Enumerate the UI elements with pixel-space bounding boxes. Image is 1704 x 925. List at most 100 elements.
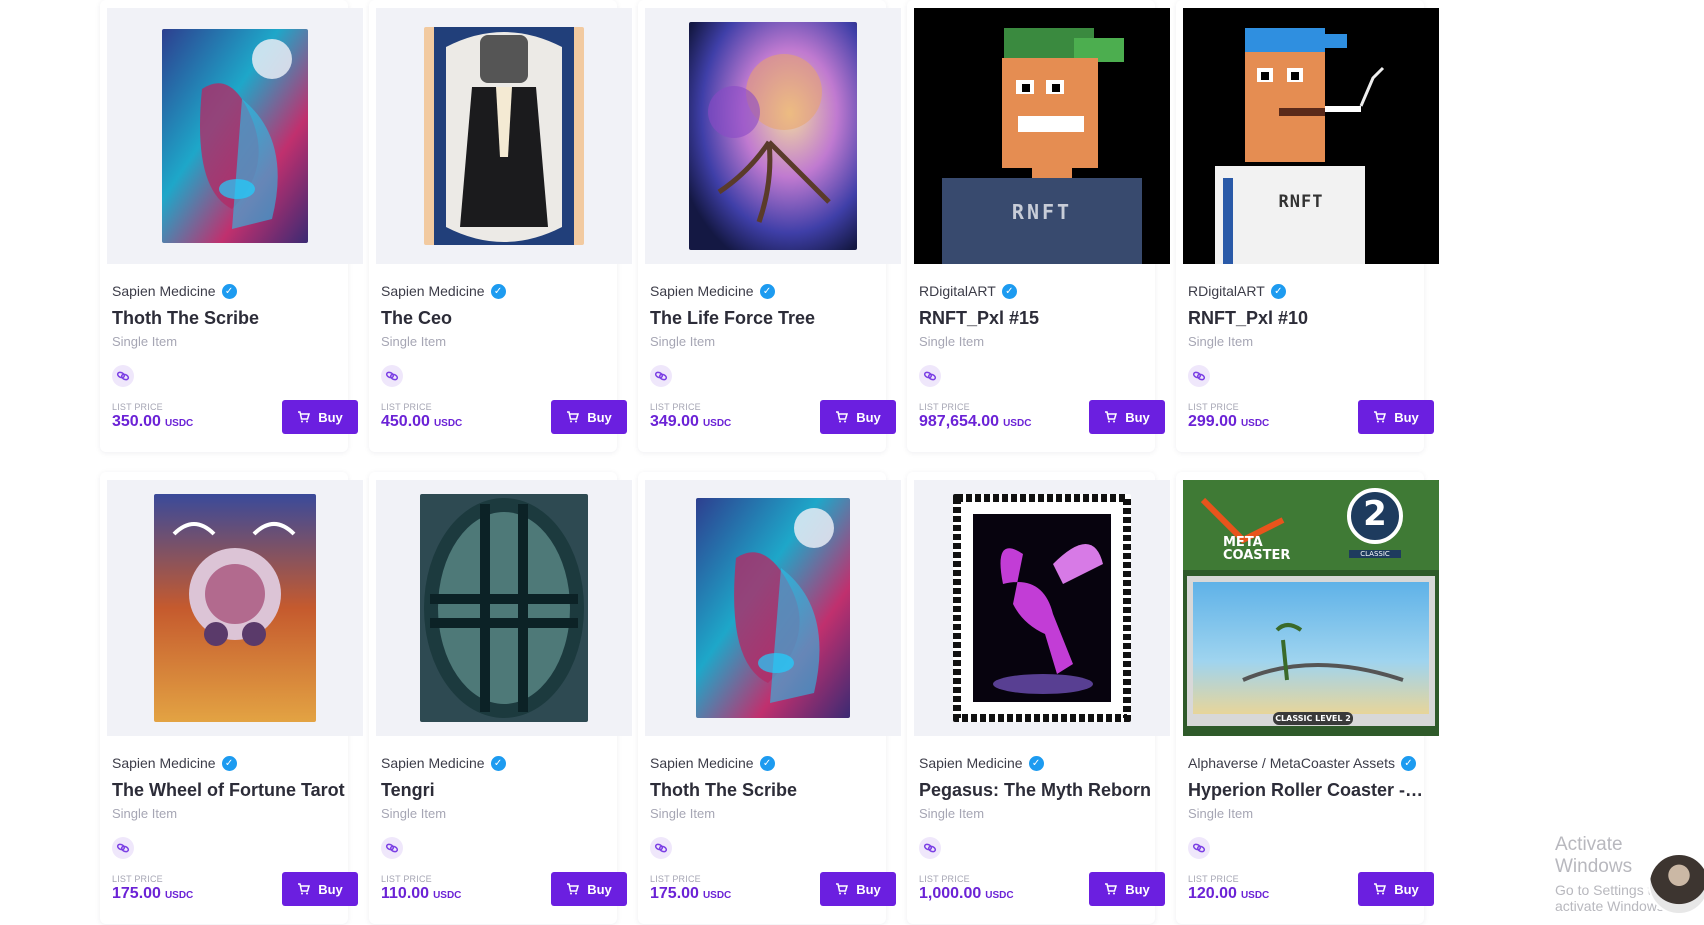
item-type: Single Item xyxy=(381,806,447,821)
link-chain-icon xyxy=(381,837,403,859)
item-type: Single Item xyxy=(112,334,178,349)
buy-button[interactable]: Buy xyxy=(1358,400,1434,434)
nft-thumbnail[interactable]: RNFT xyxy=(1183,8,1439,264)
verified-badge-icon: ✓ xyxy=(759,283,775,299)
cart-icon xyxy=(298,883,311,895)
nft-card[interactable]: META COASTER 2 CLASSIC CLASSIC LEVEL 2 A… xyxy=(1176,472,1439,924)
creator-label: Sapien Medicine xyxy=(112,755,216,771)
verified-badge-icon: ✓ xyxy=(490,283,506,299)
link-chain-icon xyxy=(112,837,134,859)
art-text: META COASTER xyxy=(1223,535,1291,563)
nft-title[interactable]: The Wheel of Fortune Tarot xyxy=(112,780,352,801)
buy-button[interactable]: Buy xyxy=(1358,872,1434,906)
creator-name[interactable]: Sapien Medicine ✓ xyxy=(650,755,775,771)
creator-label: Sapien Medicine xyxy=(650,283,754,299)
nft-title[interactable]: Thoth The Scribe xyxy=(112,308,352,329)
list-price: 987,654.00 USDC xyxy=(919,413,1031,431)
buy-button[interactable]: Buy xyxy=(820,400,896,434)
list-price-label: LIST PRICE xyxy=(919,874,970,884)
cart-icon xyxy=(1374,883,1387,895)
nft-card[interactable]: Sapien Medicine ✓ Tengri Single Item LIS… xyxy=(369,472,632,924)
buy-button[interactable]: Buy xyxy=(282,400,358,434)
nft-title[interactable]: Thoth The Scribe xyxy=(650,780,890,801)
item-type: Single Item xyxy=(381,334,447,349)
verified-badge-icon: ✓ xyxy=(1001,283,1017,299)
nft-card[interactable]: Sapien Medicine ✓ The Wheel of Fortune T… xyxy=(100,472,363,924)
nft-thumbnail[interactable]: META COASTER 2 CLASSIC CLASSIC LEVEL 2 xyxy=(1183,480,1439,736)
nft-card[interactable]: Sapien Medicine ✓ The Life Force Tree Si… xyxy=(638,0,901,452)
creator-name[interactable]: Sapien Medicine ✓ xyxy=(381,755,506,771)
buy-button[interactable]: Buy xyxy=(551,872,627,906)
price-currency: USDC xyxy=(1003,418,1032,429)
price-value: 175.00 xyxy=(112,885,161,902)
buy-button[interactable]: Buy xyxy=(820,872,896,906)
item-type: Single Item xyxy=(650,334,716,349)
buy-label: Buy xyxy=(856,409,881,425)
nft-thumbnail[interactable] xyxy=(645,8,901,264)
creator-name[interactable]: RDigitalART ✓ xyxy=(919,283,1017,299)
list-price: 110.00 USDC xyxy=(381,885,461,903)
creator-name[interactable]: Alphaverse / MetaCoaster Assets ✓ xyxy=(1188,755,1416,771)
link-chain-icon xyxy=(112,365,134,387)
creator-name[interactable]: RDigitalART ✓ xyxy=(1188,283,1286,299)
nft-card[interactable]: Sapien Medicine ✓ The Ceo Single Item LI… xyxy=(369,0,632,452)
cart-icon xyxy=(836,883,849,895)
creator-name[interactable]: Sapien Medicine ✓ xyxy=(381,283,506,299)
creator-name[interactable]: Sapien Medicine ✓ xyxy=(919,755,1044,771)
art-text: RNFT xyxy=(1011,200,1073,224)
nft-title[interactable]: Pegasus: The Myth Reborn xyxy=(919,780,1159,801)
nft-title[interactable]: The Ceo xyxy=(381,308,621,329)
nft-thumbnail[interactable]: RNFT xyxy=(914,8,1170,264)
art-badge: 2 xyxy=(1363,494,1387,534)
link-chain-icon xyxy=(650,365,672,387)
nft-title[interactable]: RNFT_Pxl #15 xyxy=(919,308,1159,329)
buy-button[interactable]: Buy xyxy=(1089,400,1165,434)
creator-label: RDigitalART xyxy=(919,283,996,299)
nft-thumbnail[interactable] xyxy=(107,480,363,736)
nft-title[interactable]: RNFT_Pxl #10 xyxy=(1188,308,1428,329)
nft-card[interactable]: RNFT RDigitalART ✓ RNFT_Pxl #10 Single I… xyxy=(1176,0,1439,452)
nft-thumbnail[interactable] xyxy=(376,480,632,736)
list-price-label: LIST PRICE xyxy=(381,874,432,884)
link-chain-icon xyxy=(919,365,941,387)
nft-title[interactable]: Hyperion Roller Coaster - L... xyxy=(1188,780,1428,801)
item-type: Single Item xyxy=(919,334,985,349)
creator-label: Sapien Medicine xyxy=(381,283,485,299)
buy-button[interactable]: Buy xyxy=(282,872,358,906)
price-value: 299.00 xyxy=(1188,413,1237,430)
artwork-image xyxy=(162,29,308,243)
price-currency: USDC xyxy=(164,890,194,901)
link-chain-icon xyxy=(1188,837,1210,859)
creator-name[interactable]: Sapien Medicine ✓ xyxy=(112,283,237,299)
price-value: 350.00 xyxy=(112,413,161,430)
buy-button[interactable]: Buy xyxy=(551,400,627,434)
cart-icon xyxy=(298,411,311,423)
nft-card[interactable]: RNFT RDigitalART ✓ RNFT_Pxl #15 Single I… xyxy=(907,0,1170,452)
artwork-image xyxy=(424,27,584,245)
nft-thumbnail[interactable] xyxy=(376,8,632,264)
nft-title[interactable]: The Life Force Tree xyxy=(650,308,890,329)
buy-label: Buy xyxy=(587,409,612,425)
nft-card[interactable]: Sapien Medicine ✓ Thoth The Scribe Singl… xyxy=(638,472,901,924)
nft-card[interactable]: Sapien Medicine ✓ Pegasus: The Myth Rebo… xyxy=(907,472,1170,924)
nft-thumbnail[interactable] xyxy=(107,8,363,264)
price-value: 450.00 xyxy=(381,413,430,430)
creator-name[interactable]: Sapien Medicine ✓ xyxy=(112,755,237,771)
nft-thumbnail[interactable] xyxy=(645,480,901,736)
verified-badge-icon: ✓ xyxy=(221,283,237,299)
nft-card[interactable]: Sapien Medicine ✓ Thoth The Scribe Singl… xyxy=(100,0,363,452)
buy-label: Buy xyxy=(587,881,612,897)
creator-name[interactable]: Sapien Medicine ✓ xyxy=(650,283,775,299)
buy-button[interactable]: Buy xyxy=(1089,872,1165,906)
price-value: 349.00 xyxy=(650,413,699,430)
price-value: 1,000.00 xyxy=(919,885,982,902)
nft-thumbnail[interactable] xyxy=(914,480,1170,736)
list-price-label: LIST PRICE xyxy=(650,874,701,884)
list-price-label: LIST PRICE xyxy=(1188,874,1239,884)
price-value: 175.00 xyxy=(650,885,699,902)
buy-label: Buy xyxy=(1394,881,1419,897)
artwork-image xyxy=(420,494,588,722)
nft-title[interactable]: Tengri xyxy=(381,780,621,801)
list-price-label: LIST PRICE xyxy=(112,874,163,884)
item-type: Single Item xyxy=(1188,334,1254,349)
